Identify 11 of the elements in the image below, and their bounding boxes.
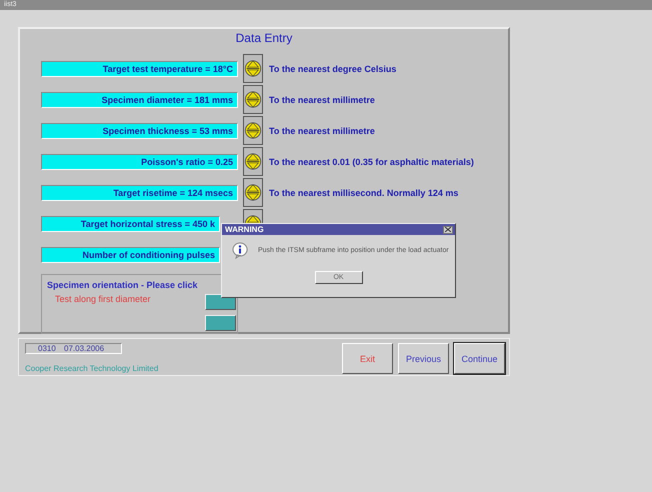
orientation-label: Specimen orientation - Please click [47, 280, 199, 292]
orientation-option: Test along first diameter [47, 294, 205, 313]
hint-text: To the nearest degree Celsius [269, 64, 396, 74]
hint-text: To the nearest millimetre [269, 94, 375, 104]
hint-text: To the nearest millimetre [269, 126, 375, 136]
panel-title: Data Entry [236, 31, 292, 45]
hint-text: To the nearest millisecond. Normally 124 ms [269, 188, 458, 198]
hint-text: To the nearest 0.01 (0.35 for asphaltic materials) [269, 156, 474, 166]
time-date-field: 0310 07.03.2006 [25, 343, 122, 354]
company-name: Cooper Research Technology Limited [25, 364, 158, 373]
dialog-title: WARNING [225, 225, 264, 234]
